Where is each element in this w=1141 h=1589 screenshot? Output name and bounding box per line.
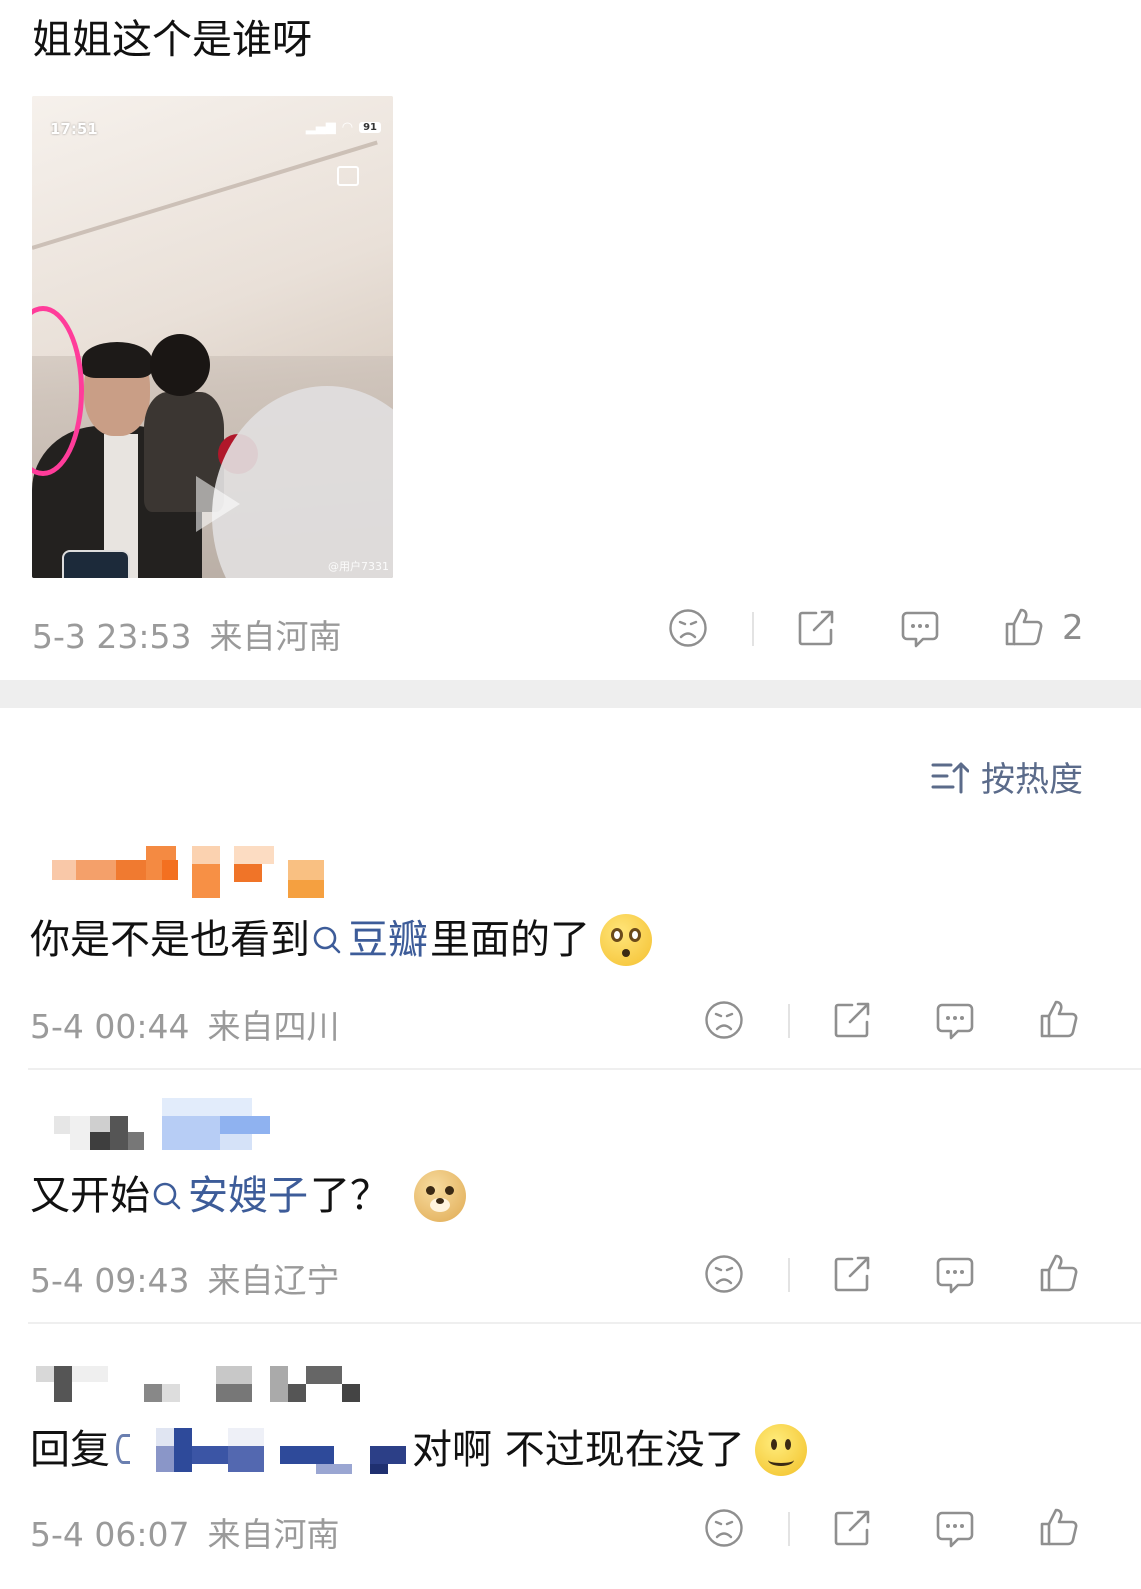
share-button[interactable] <box>796 608 836 648</box>
like-button[interactable] <box>1003 606 1045 648</box>
share-button[interactable] <box>832 1000 872 1040</box>
like-button[interactable] <box>1038 1506 1080 1548</box>
comment-username-blurred[interactable] <box>52 846 332 898</box>
comment-meta: 5-4 06:07 来自河南 <box>30 1508 340 1556</box>
photo-phone <box>62 550 130 578</box>
dislike-button[interactable] <box>704 1254 744 1294</box>
photo-status-icons: ▂▄▆ ◠ 91 <box>306 120 381 135</box>
play-icon[interactable] <box>196 476 240 532</box>
share-button[interactable] <box>832 1254 872 1294</box>
like-button[interactable] <box>1038 1252 1080 1294</box>
comment-icon <box>936 1257 974 1294</box>
post-text: 姐姐这个是谁呀 <box>32 17 312 63</box>
signal-icon: ▂▄▆ <box>305 120 336 135</box>
topic-label: 豆瓣 <box>348 917 428 963</box>
comment-icon <box>901 611 939 648</box>
doge-emoji-icon <box>414 1170 466 1222</box>
dislike-button[interactable] <box>704 1000 744 1040</box>
comment-icon <box>936 1511 974 1548</box>
photo-person-2-head <box>150 334 210 396</box>
share-button[interactable] <box>832 1508 872 1548</box>
like-button[interactable] <box>1038 998 1080 1040</box>
comment-text-after: 对啊 不过现在没了 <box>412 1427 745 1473</box>
wifi-icon: ◠ <box>341 120 354 135</box>
post-date: 5-3 23:53 <box>32 617 192 656</box>
comment-button[interactable] <box>934 1000 976 1042</box>
search-topic-icon <box>153 1182 181 1210</box>
photo-status-time: 17:51 <box>50 120 98 138</box>
like-icon <box>1040 1254 1078 1292</box>
post-image[interactable]: 17:51 ▂▄▆ ◠ 91 @用户7331 <box>32 96 393 578</box>
sad-face-icon <box>705 1509 743 1547</box>
share-icon <box>834 1256 870 1292</box>
dislike-button[interactable] <box>668 608 708 648</box>
comment-date: 5-4 09:43 <box>30 1261 190 1300</box>
comment-icon <box>936 1003 974 1040</box>
comment-text: 你是不是也看到 豆瓣 里面的了 <box>30 912 652 968</box>
comment-text: 又开始 安嫂子 了？ <box>30 1168 466 1224</box>
sad-face-icon <box>705 1255 743 1293</box>
action-divider <box>788 1258 790 1292</box>
share-icon <box>834 1002 870 1038</box>
sort-button[interactable]: 按热度 <box>931 752 1083 801</box>
comment-meta: 5-4 09:43 来自辽宁 <box>30 1254 340 1302</box>
post-meta: 5-3 23:53 来自河南 <box>32 610 342 658</box>
share-icon <box>834 1510 870 1546</box>
comment-button[interactable] <box>934 1254 976 1296</box>
sad-face-icon <box>669 609 707 647</box>
like-count: 2 <box>1062 608 1084 648</box>
comment-text-before: 又开始 <box>30 1173 150 1219</box>
flushed-emoji-icon <box>600 914 652 966</box>
topic-label: 安嫂子 <box>188 1173 308 1219</box>
reply-prefix: 回复 <box>30 1427 110 1473</box>
comment-username-blurred[interactable] <box>36 1366 366 1406</box>
sort-label: 按热度 <box>981 760 1083 800</box>
comment-location: 来自四川 <box>207 1007 340 1046</box>
action-divider <box>788 1512 790 1546</box>
comment-username-blurred[interactable] <box>54 1098 274 1150</box>
post-location: 来自河南 <box>209 617 342 656</box>
comment-text-after: 里面的了 <box>430 917 590 963</box>
comment-text: 回复 对啊 不过现在没了 <box>30 1422 807 1478</box>
search-topic-icon <box>313 926 341 954</box>
comment-location: 来自辽宁 <box>207 1261 340 1300</box>
comment-text-after: 了？ <box>310 1173 390 1219</box>
sad-face-icon <box>705 1001 743 1039</box>
comment-divider <box>28 1322 1141 1324</box>
comment-divider <box>28 1068 1141 1070</box>
section-separator <box>0 680 1141 708</box>
like-icon <box>1005 608 1043 646</box>
comment-meta: 5-4 00:44 来自四川 <box>30 1000 340 1048</box>
photo-watermark: @用户7331 <box>328 560 389 573</box>
action-divider <box>788 1004 790 1038</box>
photo-person-hair <box>82 342 152 378</box>
like-icon <box>1040 1000 1078 1038</box>
comment-date: 5-4 06:07 <box>30 1515 190 1554</box>
comment-button[interactable] <box>934 1508 976 1550</box>
smile-emoji-icon <box>754 1424 807 1476</box>
action-divider <box>752 612 754 646</box>
like-icon <box>1040 1508 1078 1546</box>
share-icon <box>798 610 834 646</box>
sort-icon <box>931 762 969 793</box>
topic-link[interactable]: 豆瓣 <box>312 912 428 968</box>
comment-button[interactable] <box>899 608 941 650</box>
comment-date: 5-4 00:44 <box>30 1007 190 1046</box>
comment-text-before: 你是不是也看到 <box>30 917 310 963</box>
comment-location: 来自河南 <box>207 1515 340 1554</box>
battery-icon: 91 <box>359 122 381 133</box>
reply-target-blurred[interactable] <box>116 1428 406 1474</box>
topic-link[interactable]: 安嫂子 <box>152 1168 308 1224</box>
pip-icon <box>337 166 359 186</box>
dislike-button[interactable] <box>704 1508 744 1548</box>
